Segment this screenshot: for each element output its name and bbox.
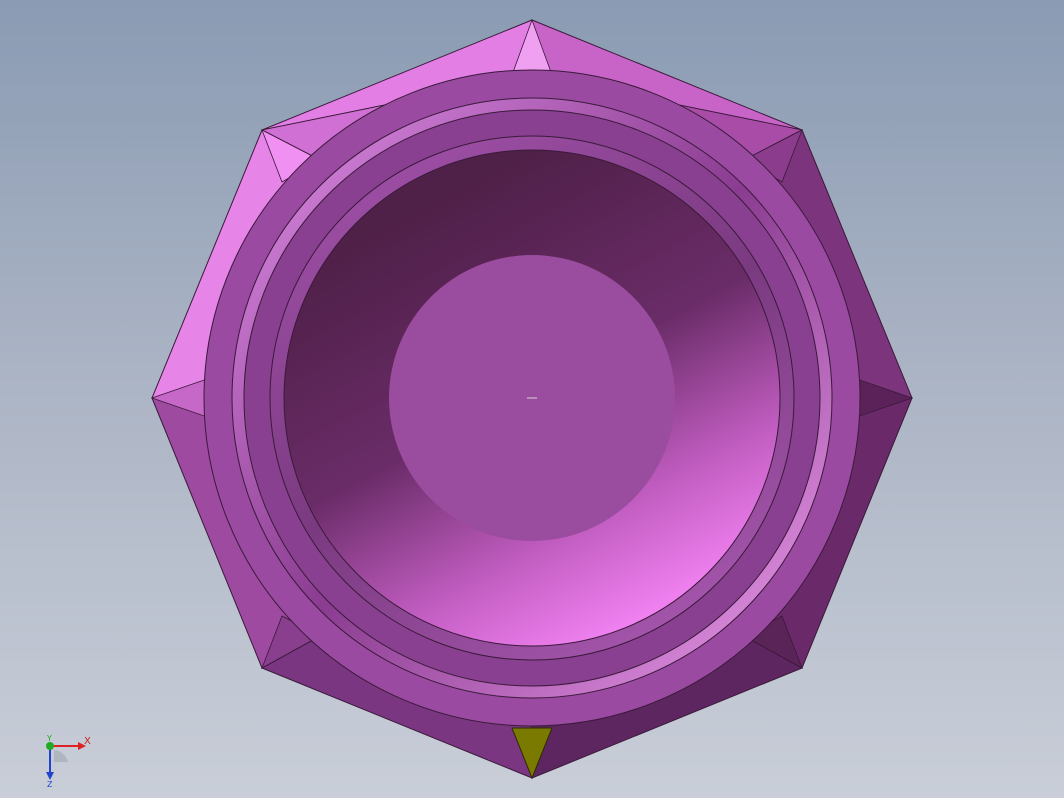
triad-plane (54, 750, 68, 762)
x-axis-label: X (84, 736, 91, 747)
z-axis-label: Z (47, 780, 53, 788)
y-axis-dot (46, 742, 54, 750)
z-axis-arrow (46, 772, 54, 780)
coordinate-triad: X Y Z (46, 734, 91, 788)
octagonal-part-model[interactable] (0, 0, 1064, 798)
y-axis-label: Y (46, 734, 52, 743)
graphics-viewport[interactable]: X Y Z (0, 0, 1064, 798)
